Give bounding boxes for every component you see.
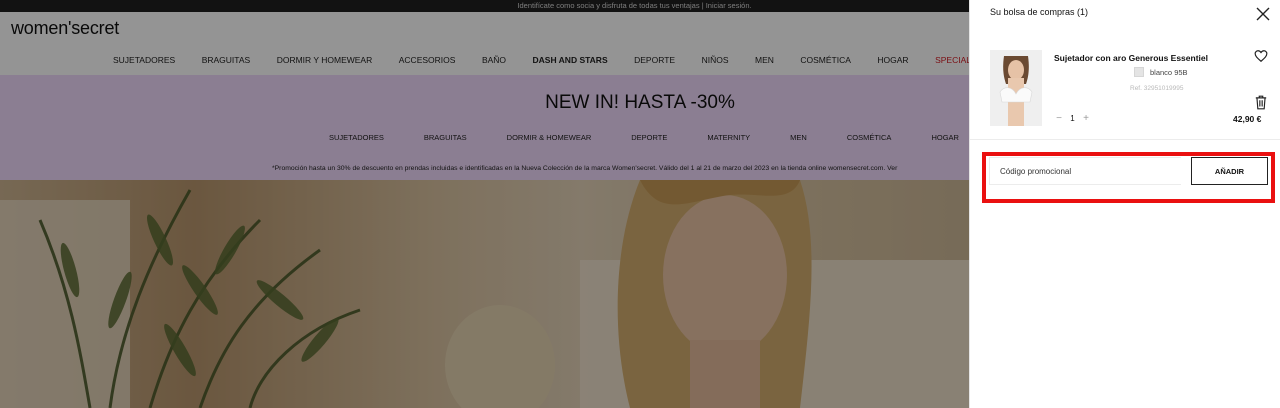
color-name: blanco <box>1150 68 1173 77</box>
modal-backdrop[interactable] <box>0 0 969 408</box>
promo-code-input[interactable] <box>989 157 1181 185</box>
product-reference: Ref. 32951019995 <box>1130 85 1184 92</box>
add-to-wishlist-button[interactable] <box>1254 49 1268 63</box>
size-value: 95B <box>1174 68 1188 77</box>
quantity-value: 1 <box>1070 114 1075 123</box>
product-name[interactable]: Sujetador con aro Generous Essentiel <box>1054 53 1208 63</box>
increase-quantity-button[interactable]: + <box>1081 113 1091 124</box>
close-cart-button[interactable] <box>1255 6 1271 22</box>
quantity-stepper: − 1 + <box>1054 113 1091 124</box>
color-swatch <box>1134 67 1144 77</box>
page: Identifícate como socia y disfruta de to… <box>0 0 1280 408</box>
cart-drawer: Su bolsa de compras (1) Sujetador con ar… <box>969 0 1280 408</box>
product-thumbnail[interactable] <box>990 50 1042 126</box>
close-icon <box>1256 7 1270 21</box>
color-size-label: blanco 95B <box>1150 68 1188 77</box>
apply-promo-code-button[interactable]: AÑADIR <box>1191 157 1268 185</box>
background-site: Identifícate como socia y disfruta de to… <box>0 0 969 408</box>
trash-icon <box>1255 95 1267 110</box>
product-image <box>990 50 1042 126</box>
cart-item: Sujetador con aro Generous Essentiel bla… <box>970 40 1280 140</box>
decrease-quantity-button[interactable]: − <box>1054 113 1064 124</box>
cart-title: Su bolsa de compras (1) <box>990 7 1089 17</box>
remove-item-button[interactable] <box>1254 95 1268 110</box>
heart-icon <box>1254 50 1268 63</box>
item-price: 42,90 € <box>1233 114 1262 124</box>
